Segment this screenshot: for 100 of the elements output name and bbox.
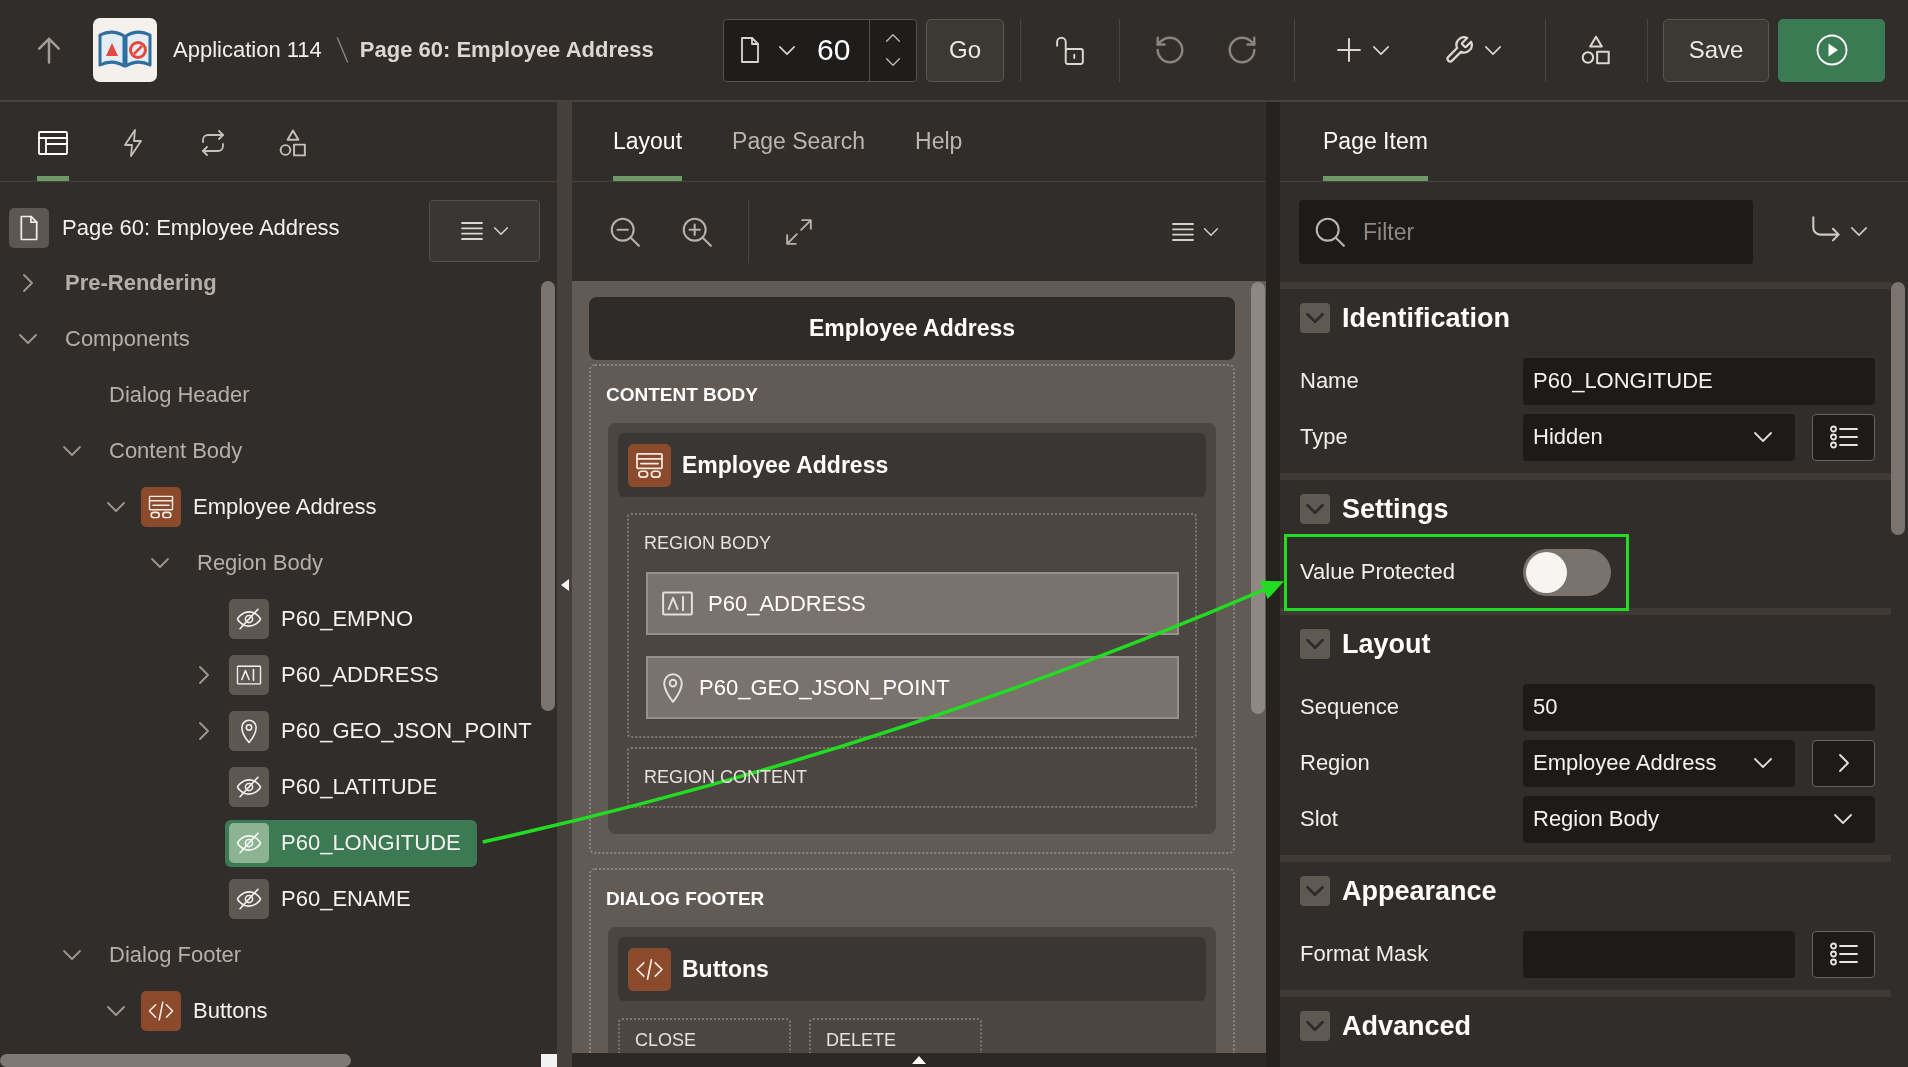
tab[interactable]: Help — [915, 102, 963, 181]
zoom-out-icon[interactable] — [610, 216, 640, 247]
group-title: Layout — [1342, 628, 1431, 660]
tree-item[interactable]: P60_EMPNO — [281, 606, 414, 632]
save-button[interactable]: Save — [1663, 18, 1769, 82]
eye-slash-icon — [229, 823, 269, 863]
menu-button[interactable] — [429, 200, 540, 262]
group-title: Appearance — [1342, 875, 1497, 907]
caret-icon[interactable] — [1753, 431, 1773, 443]
property-label: Type — [1300, 424, 1349, 450]
tree-item[interactable]: Region Body — [197, 550, 323, 576]
slot-label: DELETE — [826, 1029, 897, 1051]
tab[interactable]: Layout — [613, 102, 683, 181]
property-label: Sequence — [1300, 694, 1401, 720]
toggle-switch[interactable] — [1523, 548, 1611, 596]
property-label: Slot — [1300, 806, 1339, 832]
search-icon — [1315, 217, 1345, 247]
chevron-up-icon[interactable] — [885, 33, 901, 44]
scrollbar-thumb[interactable] — [1251, 282, 1265, 714]
chevron-down-icon[interactable] — [885, 56, 901, 67]
shapes-icon[interactable] — [1581, 35, 1611, 65]
book-logo-icon[interactable] — [93, 18, 157, 82]
application-link[interactable]: Application 114 — [173, 37, 322, 63]
run-button[interactable] — [1778, 18, 1885, 82]
tree-item[interactable]: Dialog Footer — [109, 942, 242, 968]
property-label: Format Mask — [1300, 941, 1430, 967]
caret-icon[interactable] — [1484, 44, 1502, 56]
chevron-down-icon[interactable] — [18, 333, 38, 345]
tree-item[interactable]: Buttons — [193, 998, 268, 1024]
scrollbar-thumb[interactable] — [541, 281, 555, 711]
plus-icon[interactable] — [1337, 38, 1361, 62]
region-header[interactable]: Employee Address — [618, 433, 1206, 497]
list-button[interactable] — [1812, 930, 1875, 978]
tree-item[interactable]: P60_LATITUDE — [281, 774, 438, 800]
chevron-down-icon[interactable] — [150, 557, 170, 569]
text-field[interactable]: P60_LONGITUDE — [1523, 357, 1875, 405]
tree-item[interactable]: P60_GEO_JSON_POINT — [281, 718, 532, 744]
zoom-in-icon[interactable] — [682, 216, 712, 247]
page-icon[interactable] — [740, 37, 760, 63]
tree-item[interactable]: Components — [65, 326, 190, 352]
select-field[interactable]: Employee Address — [1523, 739, 1795, 787]
select-field[interactable]: Region Body — [1523, 795, 1875, 843]
group-title: Advanced — [1342, 1010, 1472, 1042]
caret-icon[interactable] — [1850, 226, 1868, 237]
menu-icon[interactable] — [1172, 222, 1194, 241]
dialog-title: Employee Address — [589, 297, 1235, 360]
wrench-icon[interactable] — [1445, 36, 1473, 64]
chevron-right-icon[interactable] — [198, 721, 210, 741]
text-field[interactable]: 50 — [1523, 683, 1875, 731]
region-header[interactable]: Buttons — [618, 937, 1206, 1001]
list-icon — [1829, 942, 1858, 966]
tab[interactable]: Page Item — [1323, 102, 1428, 181]
tree-item[interactable]: P60_ENAME — [281, 886, 411, 912]
tree-item[interactable]: P60_ADDRESS — [281, 662, 439, 688]
code-icon — [141, 991, 181, 1031]
chevron-down-icon[interactable] — [106, 501, 126, 513]
unlock-icon[interactable] — [1056, 35, 1084, 65]
scrollbar-thumb[interactable] — [0, 1054, 351, 1067]
chevron-right-icon[interactable] — [198, 665, 210, 685]
caret-icon[interactable] — [1372, 44, 1390, 56]
property-label: Name — [1300, 368, 1360, 394]
list-button[interactable] — [1812, 413, 1875, 461]
page-title: Page 60: Employee Address — [359, 37, 654, 63]
tree-item[interactable]: Dialog Header — [109, 382, 250, 408]
go-button[interactable]: Go — [926, 18, 1004, 82]
group-title: Identification — [1342, 302, 1510, 334]
panel-layout-icon — [38, 131, 68, 155]
tree-item[interactable]: Pre-Rendering — [65, 270, 217, 296]
page-item[interactable]: P60_ADDRESS — [646, 572, 1179, 635]
chevron-right-icon[interactable] — [22, 273, 34, 293]
caret-icon[interactable] — [1753, 757, 1773, 769]
select-field[interactable]: Hidden — [1523, 413, 1795, 461]
map-pin-icon — [229, 711, 269, 751]
filter-field[interactable]: Filter — [1299, 200, 1753, 264]
page-title[interactable]: Page 60: Employee Address — [62, 208, 340, 248]
left-triangle-icon[interactable] — [560, 578, 569, 591]
caret-icon[interactable] — [778, 44, 796, 56]
section-label: CONTENT BODY — [606, 382, 758, 407]
tree-item[interactable]: Employee Address — [193, 494, 377, 520]
tree-item[interactable]: P60_LONGITUDE — [281, 830, 461, 856]
region-icon — [141, 487, 181, 527]
code-icon — [628, 947, 671, 991]
chevron-down-icon[interactable] — [62, 445, 82, 457]
tab[interactable]: Page Search — [732, 102, 866, 181]
tree-item[interactable]: Content Body — [109, 438, 243, 464]
property-label: Region — [1300, 750, 1371, 776]
caret-icon[interactable] — [1203, 226, 1219, 237]
expand-icon[interactable] — [785, 217, 813, 246]
page-item[interactable]: P60_GEO_JSON_POINT — [646, 656, 1179, 719]
go-to-button[interactable] — [1812, 739, 1875, 787]
chevron-down-icon[interactable] — [106, 1005, 126, 1017]
up-triangle-icon[interactable] — [912, 1056, 926, 1064]
scroll-corner — [541, 1054, 557, 1067]
eye-slash-icon — [229, 599, 269, 639]
scrollbar-thumb[interactable] — [1891, 282, 1905, 535]
up-arrow-icon[interactable] — [36, 36, 62, 64]
page-number-field[interactable]: 60 — [817, 33, 869, 67]
caret-icon[interactable] — [1833, 813, 1853, 825]
turn-arrow-icon[interactable] — [1811, 216, 1841, 244]
chevron-down-icon[interactable] — [62, 949, 82, 961]
